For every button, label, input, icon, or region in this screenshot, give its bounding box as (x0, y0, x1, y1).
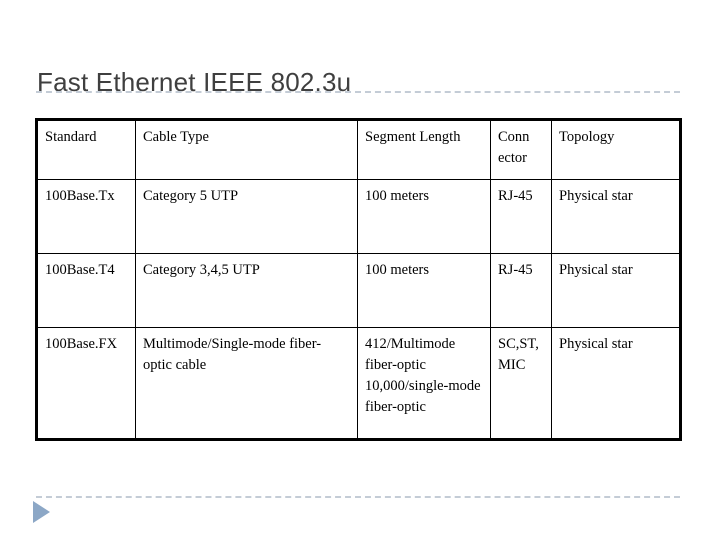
table-row: 100Base.FX Multimode/Single-mode fiber-o… (36, 327, 681, 440)
column-header-topology: Topology (551, 119, 681, 180)
cell-segment-length: 100 meters (357, 253, 491, 328)
table-header-row: Standard Cable Type Segment Length Conn … (36, 119, 681, 180)
cell-standard: 100Base.T4 (36, 253, 136, 328)
cell-topology: Physical star (551, 327, 681, 440)
fast-ethernet-spec-table: Standard Cable Type Segment Length Conn … (35, 118, 682, 441)
cell-segment-length: 412/Multimode fiber-optic 10,000/single-… (357, 327, 491, 440)
column-header-segment-length: Segment Length (357, 119, 491, 180)
table-row: 100Base.Tx Category 5 UTP 100 meters RJ-… (36, 179, 681, 254)
table-row: 100Base.T4 Category 3,4,5 UTP 100 meters… (36, 253, 681, 328)
cell-connector: RJ-45 (490, 253, 552, 328)
cell-cable-type: Category 5 UTP (135, 179, 358, 254)
cell-connector: SC,ST,MIC (490, 327, 552, 440)
play-arrow-icon[interactable] (33, 501, 50, 523)
column-header-connector: Conn ector (490, 119, 552, 180)
cell-standard: 100Base.FX (36, 327, 136, 440)
cell-connector: RJ-45 (490, 179, 552, 254)
cell-segment-length: 100 meters (357, 179, 491, 254)
column-header-standard: Standard (36, 119, 136, 180)
cell-topology: Physical star (551, 179, 681, 254)
column-header-cable-type: Cable Type (135, 119, 358, 180)
title-divider-top (36, 91, 680, 93)
slide-canvas: Fast Ethernet IEEE 802.3u Standard Cable… (0, 0, 720, 540)
cell-cable-type: Category 3,4,5 UTP (135, 253, 358, 328)
cell-standard: 100Base.Tx (36, 179, 136, 254)
cell-cable-type: Multimode/Single-mode fiber-optic cable (135, 327, 358, 440)
cell-topology: Physical star (551, 253, 681, 328)
footer-divider (36, 496, 680, 498)
page-title: Fast Ethernet IEEE 802.3u (37, 67, 352, 98)
